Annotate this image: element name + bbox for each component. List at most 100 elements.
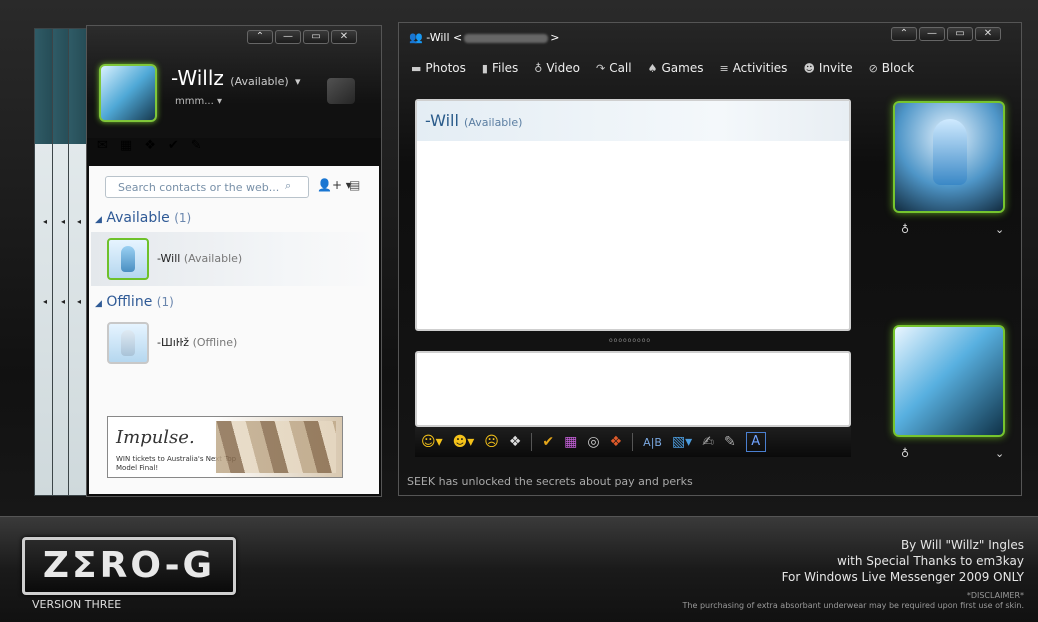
menu-label: Video <box>546 61 580 75</box>
menu-label: Invite <box>818 61 853 75</box>
sound-icon[interactable]: ◎ <box>587 434 599 450</box>
contact-status-message[interactable]: SEEK has unlocked the secrets about pay … <box>407 475 693 488</box>
collapse-button[interactable]: ⌃ <box>891 27 917 41</box>
pen-icon[interactable]: ✎ <box>724 434 736 450</box>
add-contact-button[interactable]: 👤+ ▾ <box>317 178 352 192</box>
font-icon[interactable]: A <box>745 432 766 452</box>
voice-clip-icon[interactable]: ❖ <box>509 434 522 450</box>
history-contact-status: (Available) <box>464 116 523 129</box>
close-button[interactable]: ✕ <box>975 27 1001 41</box>
video-button[interactable]: ♁ Video <box>534 61 580 75</box>
contact-list-window: ⌃ — ▭ ✕ -Willz (Available) ▾ mmm... ▾ ✉ … <box>86 25 382 497</box>
minimize-button[interactable]: — <box>275 30 301 44</box>
invite-icon: ☻ <box>803 62 815 75</box>
status-dropdown-icon: ▾ <box>295 75 301 88</box>
version-label: VERSION THREE <box>32 598 122 611</box>
self-display-picture[interactable] <box>99 64 157 122</box>
handwriting-icon[interactable]: ✍ <box>702 434 714 450</box>
group-label: Offline <box>106 294 153 310</box>
contact-list-header: ⌃ — ▭ ✕ -Willz (Available) ▾ mmm... ▾ ✉ … <box>87 26 381 153</box>
gift-icon[interactable]: ❖ <box>610 434 623 450</box>
activities-button[interactable]: ≡ Activities <box>719 61 787 75</box>
search-input[interactable]: Search contacts or the web... <box>105 176 309 198</box>
personal-message-text: mmm... <box>175 96 214 107</box>
title-prefix: -Will < <box>426 31 463 44</box>
call-button[interactable]: ↷ Call <box>596 61 632 75</box>
webcam-icon[interactable]: ♁ <box>901 223 909 236</box>
theme-brush-icon[interactable]: ✎ <box>191 138 202 160</box>
block-button[interactable]: ⊘ Block <box>869 61 915 75</box>
close-button[interactable]: ✕ <box>331 30 357 44</box>
conversation-menu: ▬ Photos ▮ Files ♁ Video ↷ Call ♠ Games ≡ Acti… <box>411 61 914 75</box>
menu-label: Activities <box>732 61 788 75</box>
webcam-icon: ♁ <box>534 62 543 75</box>
emoticon-icon[interactable]: ☺▾ <box>421 434 443 450</box>
spaces-icon[interactable]: ❖ <box>144 138 156 160</box>
contact-list-body: Search contacts or the web... ⌕ 👤+ ▾ ▤ ◢… <box>89 166 379 494</box>
group-available[interactable]: ◢ Available (1) <box>95 210 191 226</box>
files-button[interactable]: ▮ Files <box>482 61 518 75</box>
self-display-name: -Willz <box>171 66 224 90</box>
webcam-icon[interactable]: ♁ <box>901 447 909 460</box>
disclaimer-title: *DISCLAIMER* <box>966 591 1024 600</box>
self-display-picture-large[interactable] <box>893 325 1005 437</box>
activities-icon: ≡ <box>719 62 729 75</box>
chevron-down-icon[interactable]: ⌄ <box>995 447 1004 460</box>
menu-label: Block <box>881 61 915 75</box>
nudge-icon[interactable]: ☹ <box>484 434 499 450</box>
search-icon[interactable]: ⌕ <box>285 179 291 193</box>
screenshot-stage: ◂ ◂ ◂ ◂ ◂ ◂ ⌃ — ▭ ✕ -Willz (Available) ▾ mm… <box>0 0 1038 622</box>
credit-line: For Windows Live Messenger 2009 ONLY <box>781 570 1024 584</box>
disclaimer-text: The purchasing of extra absorbant underw… <box>682 601 1024 610</box>
spellcheck-icon[interactable]: A|B <box>643 436 662 449</box>
maximize-button[interactable]: ▭ <box>303 30 329 44</box>
message-input[interactable] <box>415 351 851 427</box>
contact-item[interactable]: -Will (Available) <box>91 232 377 286</box>
advertisement-banner[interactable]: Impulse. WIN tickets to Australia's Next… <box>107 416 343 478</box>
self-name[interactable]: -Willz (Available) ▾ <box>171 66 301 90</box>
invite-button[interactable]: ☻ Invite <box>803 61 852 75</box>
credit-line: with Special Thanks to em3kay <box>837 554 1024 568</box>
redacted-email <box>464 33 549 43</box>
minimize-button[interactable]: — <box>919 27 945 41</box>
chevron-down-icon[interactable]: ⌄ <box>995 223 1004 236</box>
photos-icon: ▬ <box>411 62 422 75</box>
contact-item[interactable]: -Шıŀŀž (Offline) <box>91 316 377 370</box>
background-icon[interactable]: ▦ <box>564 434 577 450</box>
contact-avatar <box>107 322 149 364</box>
games-icon: ♠ <box>647 62 658 75</box>
zero-g-logo: ZΣRO-G <box>22 537 236 595</box>
group-count: (1) <box>174 211 192 225</box>
credits: By Will "Willz" Ingles with Special Than… <box>782 537 1024 585</box>
collapse-button[interactable]: ⌃ <box>247 30 273 44</box>
group-count: (1) <box>156 295 174 309</box>
contact-display-picture[interactable] <box>893 101 1005 213</box>
mail-icon[interactable]: ✉ <box>97 138 108 160</box>
wink-icon[interactable]: ☻▾ <box>453 434 475 450</box>
personal-message[interactable]: mmm... ▾ <box>175 96 222 107</box>
expand-arrow-icon: ◢ <box>95 215 102 225</box>
pane-splitter[interactable]: ooooooooo <box>609 337 651 344</box>
ink-icon[interactable]: ✔ <box>542 434 554 450</box>
font-color-icon[interactable]: ▧▾ <box>672 434 692 450</box>
live-icon[interactable]: ✔ <box>168 138 179 160</box>
window-controls: ⌃ — ▭ ✕ <box>247 30 357 44</box>
conversation-history[interactable]: -Will (Available) <box>415 99 851 331</box>
contact-list-toolbar: ✉ ▦ ❖ ✔ ✎ <box>97 138 202 160</box>
calendar-icon[interactable]: ▦ <box>120 138 132 160</box>
games-button[interactable]: ♠ Games <box>648 61 704 75</box>
maximize-button[interactable]: ▭ <box>947 27 973 41</box>
photos-button[interactable]: ▬ Photos <box>411 61 466 75</box>
group-offline[interactable]: ◢ Offline (1) <box>95 294 174 310</box>
contact-status: (Available) <box>183 252 243 265</box>
group-label: Available <box>106 210 170 226</box>
change-view-icon[interactable]: ▤ <box>349 178 360 192</box>
formatting-toolbar: ☺▾ ☻▾ ☹ ❖ ✔ ▦ ◎ ❖ A|B ▧▾ ✍ ✎ A <box>415 427 851 457</box>
history-contact-name: -Will <box>425 111 459 130</box>
messenger-buddy-icon: 👥 <box>409 31 427 44</box>
skin-banner: ZΣRO-G VERSION THREE By Will "Willz" Ing… <box>0 516 1038 622</box>
ad-brand: Impulse. <box>116 427 195 448</box>
contact-name: -Will (Available) <box>157 252 242 265</box>
toolbar-separator <box>632 433 634 451</box>
menu-label: Photos <box>425 61 466 75</box>
